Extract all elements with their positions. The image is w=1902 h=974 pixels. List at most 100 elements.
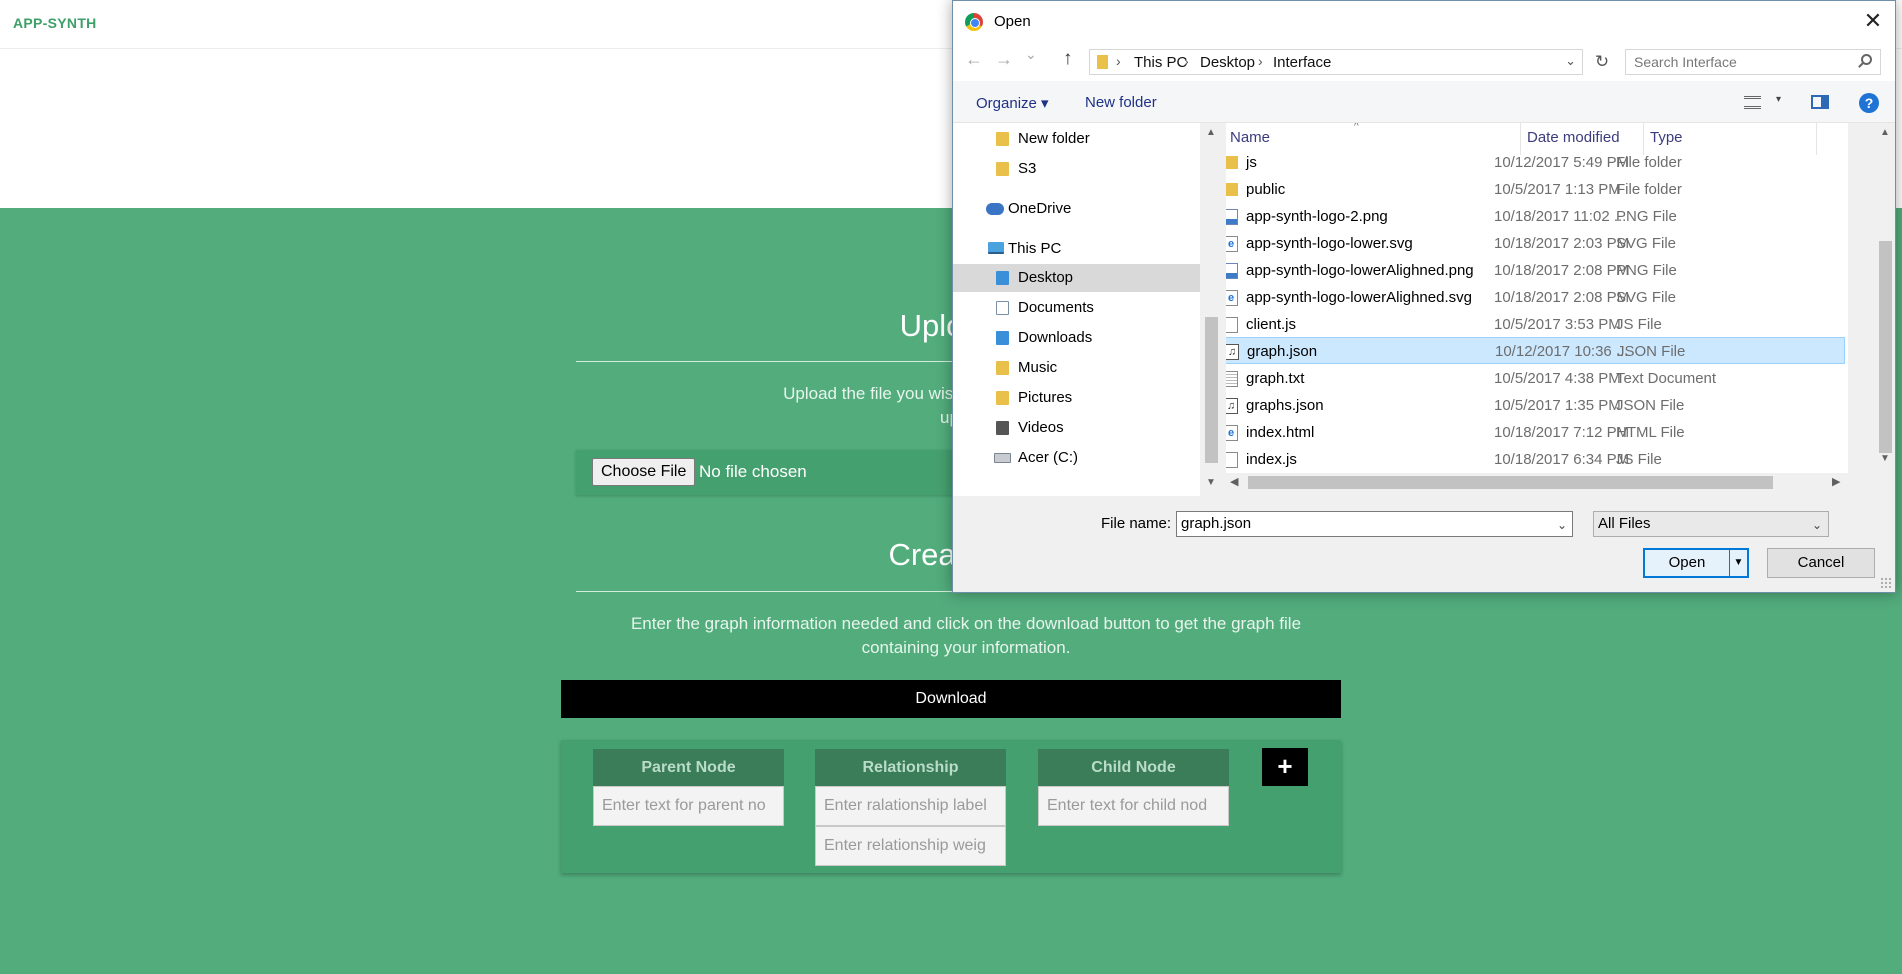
parent-node-input[interactable]: Enter text for parent no [593, 786, 784, 826]
pictures-icon [996, 391, 1009, 405]
breadcrumb-separator: › [1258, 53, 1263, 69]
nav-item-label: Videos [1018, 419, 1064, 436]
view-dropdown-icon[interactable]: ▾ [1776, 94, 1781, 105]
nav-item-label: Acer (C:) [1018, 449, 1078, 466]
help-icon[interactable]: ? [1859, 93, 1879, 113]
search-input[interactable]: Search Interface [1625, 49, 1881, 75]
scroll-up-icon[interactable]: ▲ [1880, 127, 1890, 138]
preview-pane-icon[interactable] [1811, 95, 1829, 109]
new-folder-button[interactable]: New folder [1085, 94, 1157, 111]
refresh-icon[interactable]: ↻ [1589, 49, 1615, 75]
file-row-client-js[interactable]: client.js 10/5/2017 3:53 PM JS File [1226, 311, 1845, 338]
file-row-app-synth-logo-loweralighned-svg[interactable]: e app-synth-logo-lowerAlighned.svg 10/18… [1226, 284, 1845, 311]
image-file-icon [1226, 209, 1238, 225]
file-date: 10/5/2017 4:38 PM [1494, 370, 1621, 387]
chevron-down-icon[interactable]: ⌄ [1557, 513, 1567, 537]
search-icon[interactable] [1861, 54, 1872, 65]
file-row-index-js[interactable]: index.js 10/18/2017 6:34 PM JS File [1226, 446, 1845, 473]
column-header-date-modified[interactable]: Date modified [1527, 129, 1620, 146]
close-icon[interactable]: ✕ [1857, 5, 1889, 37]
open-button-label[interactable]: Open [1645, 550, 1729, 576]
address-bar[interactable]: › This PC › Desktop › Interface ⌄ [1089, 49, 1583, 75]
open-options-dropdown-icon[interactable]: ▼ [1729, 550, 1747, 576]
cancel-button[interactable]: Cancel [1767, 548, 1875, 578]
file-row-graph-json[interactable]: ♫ graph.json 10/12/2017 10:36 ... JSON F… [1226, 337, 1845, 364]
scrollbar-thumb[interactable] [1205, 317, 1218, 463]
open-file-dialog: Open ✕ ← → ⌄ ↑ › This PC › Desktop › Int… [952, 0, 1896, 593]
file-name: app-synth-logo-2.png [1246, 208, 1388, 225]
file-row-index-html[interactable]: e index.html 10/18/2017 7:12 PM HTML Fil… [1226, 419, 1845, 446]
brand-logo[interactable]: APP-SYNTH [13, 15, 97, 31]
file-list-scrollbar[interactable]: ▲ ▼ [1876, 123, 1895, 496]
nav-item-s3[interactable]: S3 [953, 155, 1200, 183]
resize-grip-icon[interactable] [1880, 577, 1892, 589]
create-description: Enter the graph information needed and c… [576, 612, 1356, 660]
scroll-up-icon[interactable]: ▲ [1206, 127, 1216, 138]
column-header-name[interactable]: Name [1230, 129, 1270, 146]
file-row-app-synth-logo-2-png[interactable]: app-synth-logo-2.png 10/18/2017 11:02 ..… [1226, 203, 1845, 230]
relationship-weight-input[interactable]: Enter relationship weig [815, 826, 1006, 866]
navigation-pane-scrollbar[interactable]: ▲ ▼ [1202, 123, 1221, 496]
nav-item-documents[interactable]: Documents [953, 294, 1200, 322]
file-list-horizontal-scrollbar[interactable]: ◀ ▶ [1226, 473, 1848, 492]
navigation-bar: ← → ⌄ ↑ › This PC › Desktop › Interface … [953, 41, 1895, 81]
file-icon [1226, 317, 1238, 333]
nav-item-new-folder[interactable]: New folder [953, 125, 1200, 153]
file-row-app-synth-logo-loweralighned-png[interactable]: app-synth-logo-lowerAlighned.png 10/18/2… [1226, 257, 1845, 284]
open-button[interactable]: Open ▼ [1643, 548, 1749, 578]
file-row-app-synth-logo-lower-svg[interactable]: e app-synth-logo-lower.svg 10/18/2017 2:… [1226, 230, 1845, 257]
desktop-folder-icon [996, 271, 1009, 285]
nav-item-videos[interactable]: Videos [953, 414, 1200, 442]
sort-ascending-icon: ^ [1354, 123, 1359, 132]
scroll-right-icon[interactable]: ▶ [1832, 475, 1840, 488]
column-header-type[interactable]: Type [1650, 129, 1683, 146]
file-row-graph-txt[interactable]: graph.txt 10/5/2017 4:38 PM Text Documen… [1226, 365, 1845, 392]
scrollbar-thumb[interactable] [1879, 241, 1892, 453]
breadcrumb-desktop[interactable]: Desktop [1200, 54, 1255, 71]
relationship-label-input[interactable]: Enter ralationship label [815, 786, 1006, 826]
scroll-down-icon[interactable]: ▼ [1206, 477, 1216, 488]
scroll-left-icon[interactable]: ◀ [1230, 475, 1238, 488]
search-placeholder: Search Interface [1634, 54, 1737, 70]
chevron-down-icon[interactable]: ⌄ [1565, 53, 1576, 69]
file-name: graphs.json [1246, 397, 1324, 414]
breadcrumb-this-pc[interactable]: This PC [1134, 54, 1187, 71]
child-node-input[interactable]: Enter text for child nod [1038, 786, 1229, 826]
music-icon [996, 361, 1009, 375]
organize-button[interactable]: Organize ▾ [976, 94, 1049, 112]
folder-icon [1226, 183, 1238, 196]
forward-arrow-icon[interactable]: → [995, 49, 1013, 70]
breadcrumb-interface[interactable]: Interface [1273, 54, 1331, 71]
nav-item-acer-c[interactable]: Acer (C:) [953, 444, 1200, 472]
file-date: 10/18/2017 2:08 PM [1494, 289, 1630, 306]
file-name: index.html [1246, 424, 1315, 441]
nav-item-pictures[interactable]: Pictures [953, 384, 1200, 412]
choose-file-button[interactable]: Choose File [592, 458, 696, 486]
up-arrow-icon[interactable]: ↑ [1063, 48, 1073, 70]
nav-item-label: Music [1018, 359, 1058, 376]
view-options-icon[interactable] [1744, 96, 1761, 109]
file-row-public[interactable]: public 10/5/2017 1:13 PM File folder [1226, 176, 1845, 203]
nav-item-desktop[interactable]: Desktop [953, 264, 1200, 292]
scrollbar-thumb[interactable] [1248, 476, 1773, 489]
nav-item-music[interactable]: Music [953, 354, 1200, 382]
nav-item-onedrive[interactable]: OneDrive [953, 195, 1200, 223]
file-type-select[interactable]: All Files ⌄ [1593, 511, 1829, 537]
file-name-label: File name: [1101, 515, 1172, 532]
file-name-input[interactable]: graph.json ⌄ [1176, 511, 1573, 537]
recent-locations-icon[interactable]: ⌄ [1025, 46, 1037, 63]
file-date: 10/12/2017 5:49 PM [1494, 154, 1630, 171]
add-row-button[interactable]: + [1262, 748, 1308, 786]
nav-item-downloads[interactable]: Downloads [953, 324, 1200, 352]
folder-icon [996, 162, 1009, 176]
file-row-js[interactable]: js 10/12/2017 5:49 PM File folder [1226, 149, 1845, 176]
download-button[interactable]: Download [561, 680, 1341, 718]
chrome-icon [965, 13, 983, 31]
scroll-down-icon[interactable]: ▼ [1880, 453, 1890, 464]
chevron-down-icon: ⌄ [1811, 518, 1822, 532]
nav-item-this-pc[interactable]: This PC [953, 235, 1200, 263]
back-arrow-icon[interactable]: ← [965, 49, 983, 70]
folder-icon [996, 132, 1009, 146]
file-row-graphs-json[interactable]: ♫ graphs.json 10/5/2017 1:35 PM JSON Fil… [1226, 392, 1845, 419]
nav-item-label: S3 [1018, 160, 1037, 177]
